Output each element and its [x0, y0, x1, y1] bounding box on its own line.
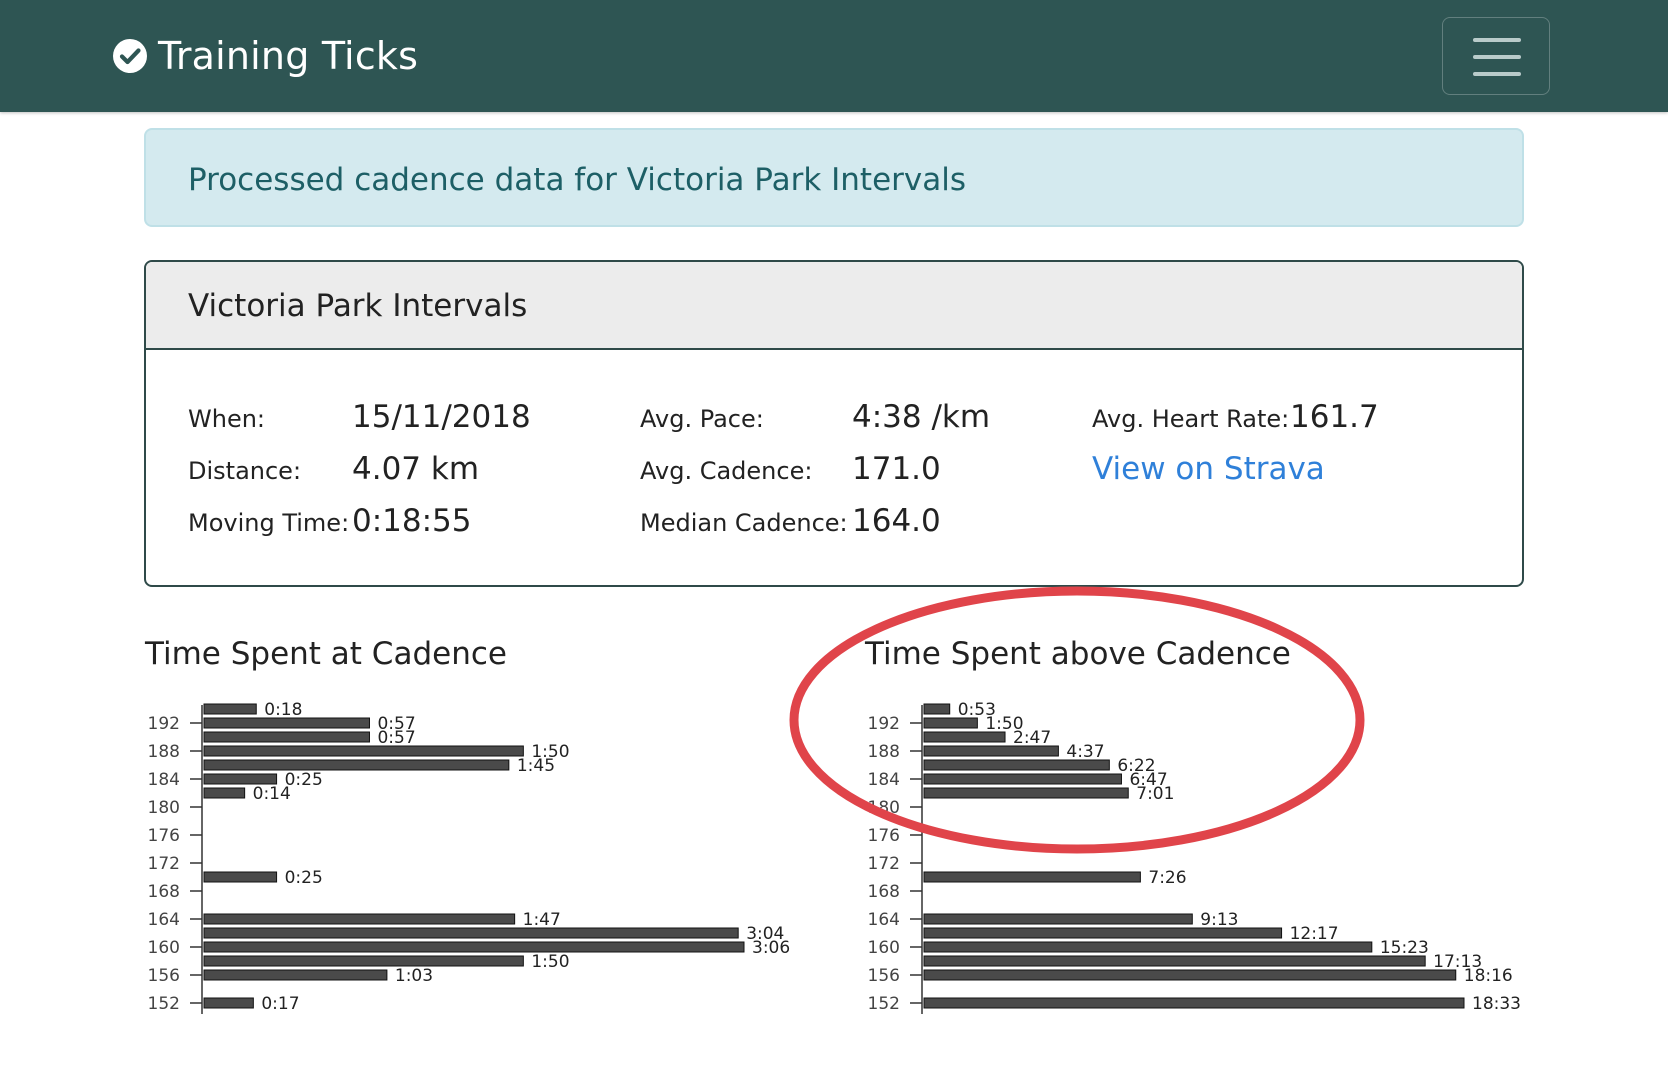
bar-value-label: 4:37	[1066, 742, 1104, 762]
bar	[923, 773, 1122, 785]
y-tick-label: 184	[868, 770, 900, 790]
bar-value-label: 7:01	[1136, 784, 1174, 804]
bar-value-label: 18:16	[1464, 966, 1513, 986]
y-tick-label: 180	[868, 798, 900, 818]
y-tick-label: 164	[868, 910, 900, 930]
bar-value-label: 2:47	[1013, 728, 1051, 748]
bar-value-label: 9:13	[1200, 910, 1238, 930]
y-tick-label: 160	[868, 938, 900, 958]
bar	[923, 997, 1465, 1009]
bar	[923, 703, 951, 715]
y-tick-label: 168	[868, 882, 900, 902]
bar	[923, 871, 1141, 883]
bar	[923, 969, 1457, 981]
bar-value-label: 12:17	[1290, 924, 1339, 944]
bar	[923, 787, 1129, 799]
y-tick-label: 176	[868, 826, 900, 846]
time-above-cadence-chart: 1921881841801761721681641601561520:531:5…	[868, 700, 1521, 1014]
y-tick-label: 156	[868, 966, 900, 986]
bar	[923, 941, 1373, 953]
bar-value-label: 7:26	[1148, 868, 1186, 888]
bar	[923, 745, 1059, 757]
y-tick-label: 188	[868, 742, 900, 762]
y-tick-label: 152	[868, 994, 900, 1014]
y-tick-label: 192	[868, 714, 900, 734]
bar	[923, 731, 1006, 743]
y-tick-label: 172	[868, 854, 900, 874]
bar	[923, 913, 1193, 925]
bar	[923, 717, 978, 729]
bar-value-label: 18:33	[1472, 994, 1521, 1014]
bar	[923, 927, 1283, 939]
bar	[923, 759, 1110, 771]
bar	[923, 955, 1426, 967]
bar-value-label: 15:23	[1380, 938, 1429, 958]
